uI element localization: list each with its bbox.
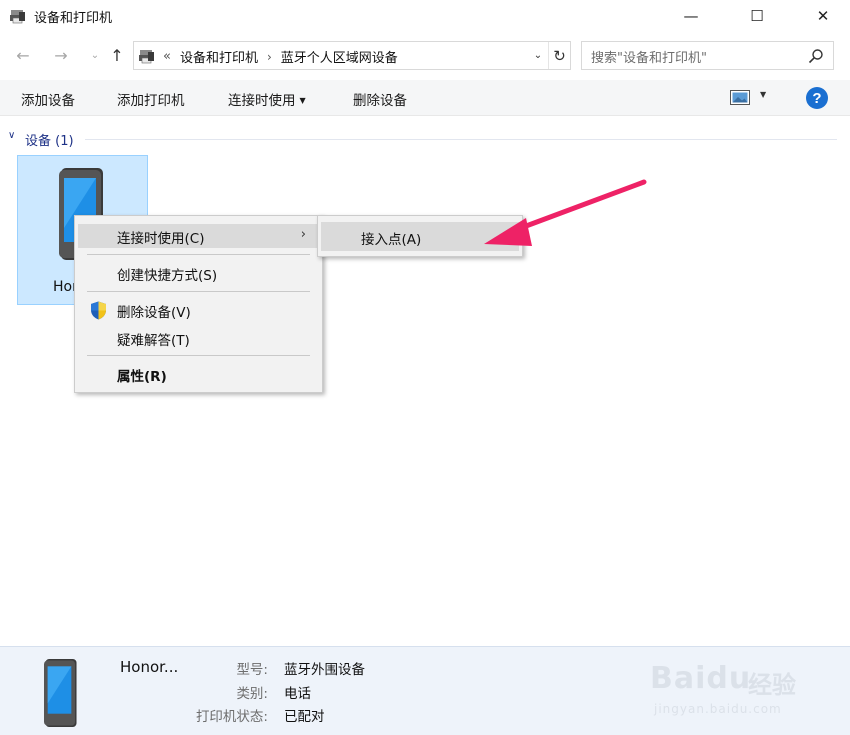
details-value-category: 电话 [284,686,311,702]
collapse-chevron-icon[interactable]: ∨ [8,130,15,141]
menu-item-remove-device[interactable]: 删除设备(V) [78,298,319,322]
menu-item-connect-using[interactable]: 连接时使用(C) › [78,224,319,248]
menu-item-label: 属性(R) [117,369,167,385]
details-key-model: 型号: [236,662,268,678]
help-icon[interactable]: ? [806,87,828,109]
baidu-watermark: Baidu 经验 jingyan.baidu.com [648,645,818,725]
phone-icon [44,659,77,727]
up-button[interactable]: ↑ [106,44,128,66]
breadcrumb: « 设备和打印机 › 蓝牙个人区域网设备 [163,47,398,66]
menu-separator [87,254,310,255]
minimize-button[interactable]: — [668,0,714,32]
title-bar: 设备和打印机 — ☐ ✕ [0,0,850,32]
details-value-printer-status: 已配对 [284,709,325,725]
refresh-button[interactable]: ↻ [548,42,570,69]
search-placeholder: 搜索"设备和打印机" [591,51,707,66]
watermark-brand-cn: 经验 [748,671,796,699]
navigation-bar: ← → ⌄ ↑ « 设备和打印机 › 蓝牙个人区域网设备 ⌄ ↻ 搜索"设备和打… [0,36,850,76]
connect-using-button[interactable]: 连接时使用 ▼ [228,89,306,109]
devices-printers-icon [10,10,25,24]
close-button[interactable]: ✕ [800,0,846,32]
menu-item-label: 删除设备(V) [117,305,191,321]
connect-using-label: 连接时使用 [228,93,296,109]
add-device-button[interactable]: 添加设备 [21,89,75,109]
details-key-category: 类别: [236,686,268,702]
details-value-model: 蓝牙外围设备 [284,662,365,678]
back-button[interactable]: ← [12,44,34,66]
details-key-printer-status: 打印机状态: [195,709,268,725]
watermark-brand: Baidu [650,661,752,696]
group-divider [85,139,837,140]
menu-item-label: 接入点(A) [361,232,422,248]
address-bar[interactable]: « 设备和打印机 › 蓝牙个人区域网设备 ⌄ ↻ [133,41,571,70]
submenu-arrow-icon: › [300,227,306,242]
command-bar: 添加设备 添加打印机 连接时使用 ▼ 删除设备 ▼ [0,80,850,116]
menu-separator [87,355,310,356]
address-dropdown-button[interactable]: ⌄ [528,42,548,69]
group-header-devices[interactable]: ∨ 设备 (1) [0,128,850,149]
menu-item-create-shortcut[interactable]: 创建快捷方式(S) [78,261,319,285]
breadcrumb-separator-icon[interactable]: › [267,50,272,64]
breadcrumb-devices-printers[interactable]: 设备和打印机 [180,47,258,66]
dropdown-caret-icon: ▼ [299,96,306,105]
window-title: 设备和打印机 [34,11,113,26]
group-label: 设备 (1) [25,134,74,149]
context-menu: 连接时使用(C) › 创建快捷方式(S) 删除设备(V) 疑难解答(T) 属性(… [74,215,323,393]
search-box[interactable]: 搜索"设备和打印机" [581,41,834,70]
add-printer-button[interactable]: 添加打印机 [117,89,185,109]
menu-separator [87,291,310,292]
menu-item-troubleshoot[interactable]: 疑难解答(T) [78,326,319,350]
search-icon[interactable] [808,48,824,64]
remove-device-button[interactable]: 删除设备 [353,89,407,109]
uac-shield-icon [91,301,106,320]
overflow-chevron-icon[interactable]: « [163,49,171,64]
view-options-caret-icon[interactable]: ▼ [760,90,766,99]
watermark-url: jingyan.baidu.com [654,702,782,716]
maximize-button[interactable]: ☐ [734,0,780,32]
forward-button[interactable]: → [50,44,72,66]
menu-item-properties[interactable]: 属性(R) [78,362,319,386]
control-panel-icon [139,50,154,64]
menu-item-label: 创建快捷方式(S) [117,268,218,284]
breadcrumb-bluetooth-pan[interactable]: 蓝牙个人区域网设备 [281,47,398,66]
menu-item-label: 疑难解答(T) [117,333,190,349]
annotation-arrow-icon [484,179,647,246]
change-view-icon[interactable] [730,90,750,105]
recent-locations-button[interactable]: ⌄ [84,44,106,66]
menu-item-label: 连接时使用(C) [117,231,205,247]
